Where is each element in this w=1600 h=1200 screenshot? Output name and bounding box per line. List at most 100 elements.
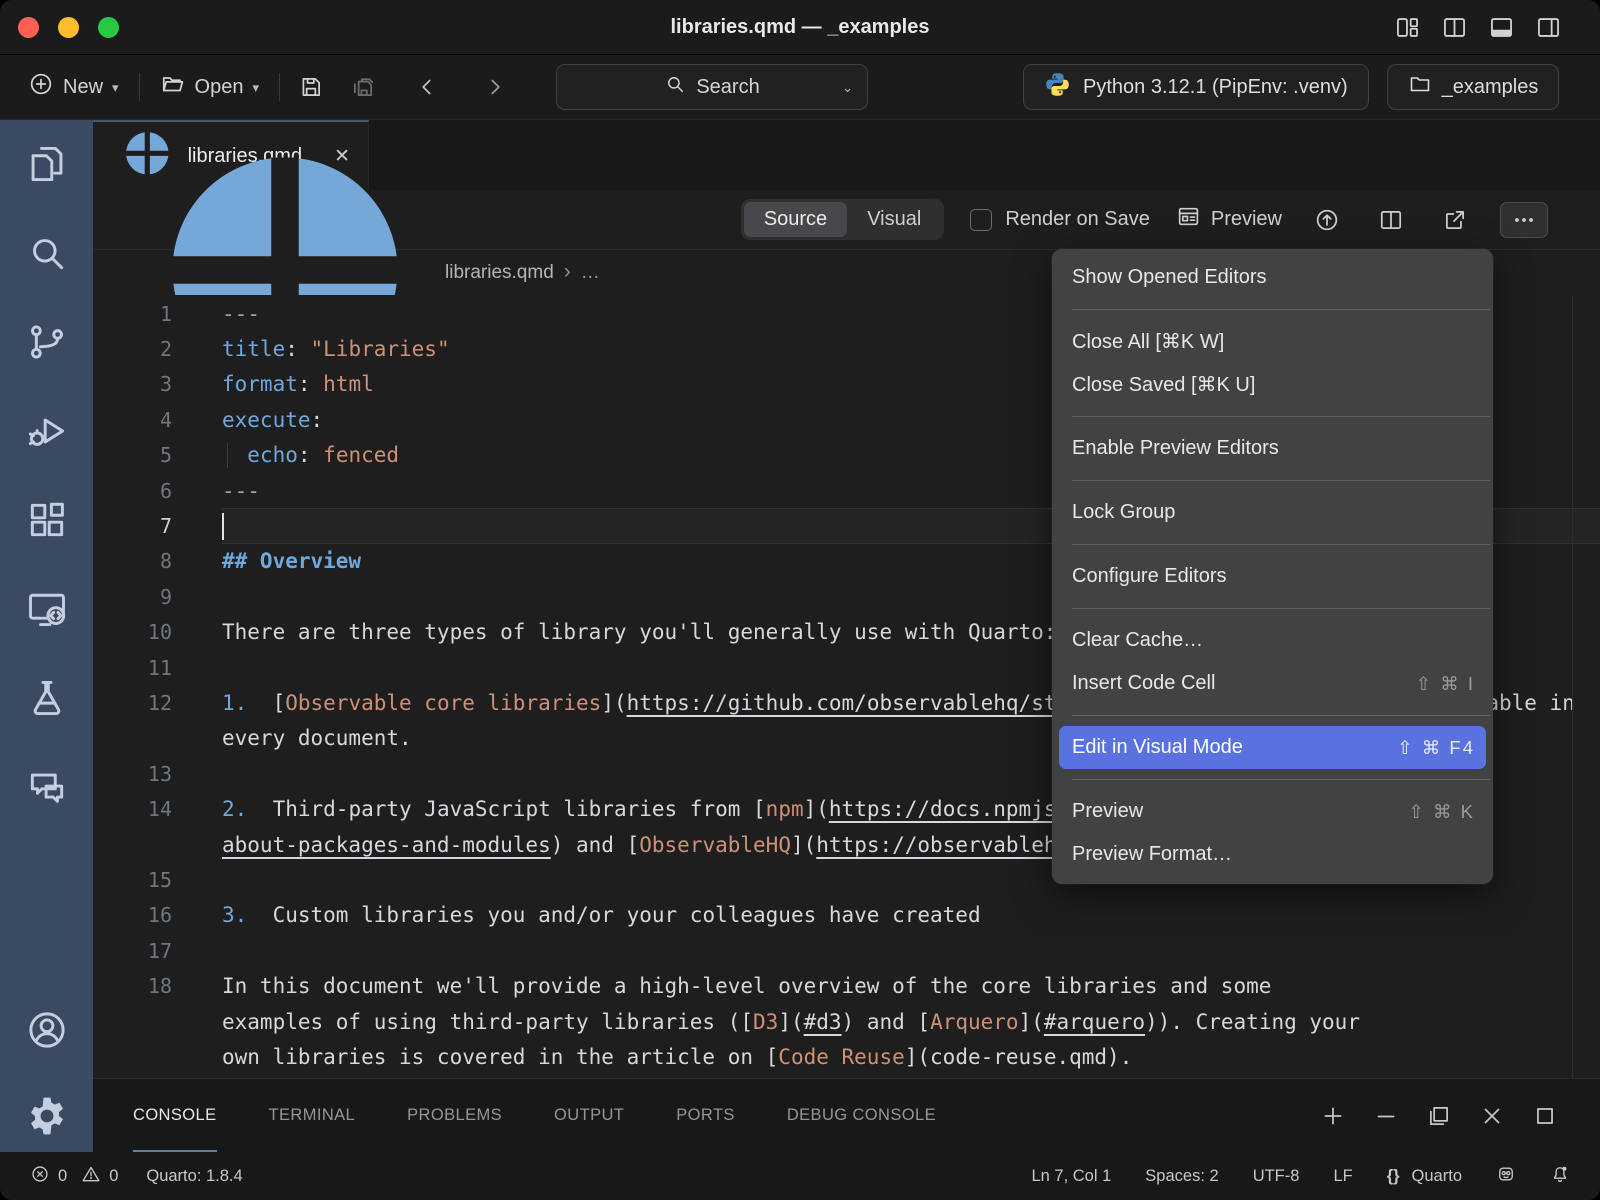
new-button[interactable]: New ▾ <box>20 65 127 109</box>
activity-bar-chat-icon[interactable] <box>25 765 69 809</box>
activity-bar-explorer-icon[interactable] <box>25 142 69 186</box>
panel-add-icon[interactable] <box>1320 1103 1346 1129</box>
encoding-setting[interactable]: UTF-8 <box>1253 1167 1300 1186</box>
panel-minimize-icon[interactable] <box>1373 1103 1399 1129</box>
line-number: 9 <box>93 585 172 609</box>
forward-button[interactable] <box>476 68 514 106</box>
activity-bar-testing-icon[interactable] <box>25 676 69 720</box>
status-bar: 0 0 Quarto: 1.8.4 Ln 7, Col 1 Spaces: 2 … <box>0 1152 1600 1200</box>
interpreter-selector[interactable]: Python 3.12.1 (PipEnv: .venv) <box>1023 64 1369 110</box>
line-number: 5 <box>93 443 172 467</box>
menu-separator <box>1072 715 1490 716</box>
menu-item-insert-code-cell[interactable]: Insert Code Cell⇧ ⌘ I <box>1052 662 1493 705</box>
save-all-button[interactable] <box>344 68 382 106</box>
more-actions-button[interactable] <box>1500 202 1548 238</box>
notifications-bell-icon[interactable] <box>1550 1164 1570 1189</box>
toggle-panel-icon[interactable] <box>1488 14 1515 41</box>
folder-open-icon <box>160 71 186 103</box>
menu-item-clear-cache[interactable]: Clear Cache… <box>1052 619 1493 662</box>
folder-icon <box>1408 72 1432 102</box>
preview-button[interactable]: Preview <box>1176 204 1282 235</box>
panel-tab-console[interactable]: CONSOLE <box>133 1079 217 1152</box>
open-in-new-window-button[interactable] <box>1436 201 1474 239</box>
code-line-content: In this document we'll provide a high-le… <box>222 968 1600 1003</box>
indentation-setting[interactable]: Spaces: 2 <box>1145 1167 1218 1186</box>
line-number: 16 <box>93 903 172 927</box>
line-number: 7 <box>93 514 172 538</box>
warning-icon <box>81 1164 101 1189</box>
project-button[interactable]: _examples <box>1387 64 1560 110</box>
activity-bar-extensions-icon[interactable] <box>25 498 69 542</box>
breadcrumb-file[interactable]: libraries.qmd <box>445 262 554 284</box>
publish-button[interactable] <box>1308 201 1346 239</box>
split-editor-button[interactable] <box>1372 201 1410 239</box>
activity-bar-accounts-icon[interactable] <box>25 1008 69 1052</box>
python-logo-icon <box>1044 71 1071 104</box>
breadcrumb-more[interactable]: … <box>581 262 602 284</box>
code-line-content: examples of using third-party libraries … <box>222 1004 1600 1039</box>
titlebar-layout-icons <box>1394 0 1562 55</box>
chevron-down-icon: ⌄ <box>842 80 853 96</box>
quarto-version[interactable]: Quarto: 1.8.4 <box>146 1167 242 1186</box>
activity-bar-search-icon[interactable] <box>25 231 69 275</box>
line-number: 18 <box>93 974 172 998</box>
menu-separator <box>1072 608 1490 609</box>
menu-item-edit-in-visual-mode[interactable]: Edit in Visual Mode⇧ ⌘ F4 <box>1059 726 1486 769</box>
menu-item-preview-format[interactable]: Preview Format… <box>1052 833 1493 876</box>
cursor-position[interactable]: Ln 7, Col 1 <box>1031 1167 1111 1186</box>
code-line-content: 3. Custom libraries you and/or your coll… <box>222 898 1600 933</box>
menu-item-lock-group[interactable]: Lock Group <box>1052 491 1493 534</box>
activity-bar-remote-explorer-icon[interactable] <box>25 587 69 631</box>
menu-item-show-opened-editors[interactable]: Show Opened Editors <box>1052 256 1493 299</box>
menu-separator <box>1072 544 1490 545</box>
menu-item-enable-preview-editors[interactable]: Enable Preview Editors <box>1052 427 1493 470</box>
menu-item-close-saved-k-u[interactable]: Close Saved [⌘K U] <box>1052 363 1493 406</box>
activity-bar-run-debug-icon[interactable] <box>25 409 69 453</box>
panel-restore-icon[interactable] <box>1426 1103 1452 1129</box>
language-mode[interactable]: {} Quarto <box>1387 1167 1462 1186</box>
panel-tab-ports[interactable]: PORTS <box>676 1079 735 1152</box>
visual-mode-button[interactable]: Visual <box>847 202 941 237</box>
toggle-secondary-sidebar-icon[interactable] <box>1535 14 1562 41</box>
panel-tab-terminal[interactable]: TERMINAL <box>269 1079 356 1152</box>
menu-separator <box>1072 779 1490 780</box>
save-button[interactable] <box>292 68 330 106</box>
code-line[interactable]: examples of using third-party libraries … <box>93 1004 1600 1039</box>
code-line[interactable]: own libraries is covered in the article … <box>93 1039 1600 1074</box>
customize-layout-icon[interactable] <box>1394 14 1421 41</box>
activity-bar-settings-icon[interactable] <box>25 1094 69 1138</box>
split-editor-icon[interactable] <box>1441 14 1468 41</box>
menu-item-configure-editors[interactable]: Configure Editors <box>1052 555 1493 598</box>
menu-item-preview[interactable]: Preview⇧ ⌘ K <box>1052 790 1493 833</box>
main-toolbar: New ▾ Open ▾ Search ⌄ Python 3.12.1 (Pip… <box>0 55 1600 120</box>
source-visual-toggle: Source Visual <box>741 199 945 240</box>
problems-indicator[interactable]: 0 0 <box>30 1164 118 1189</box>
code-line[interactable]: 17 <box>93 933 1600 968</box>
line-number: 4 <box>93 408 172 432</box>
menu-separator <box>1072 416 1490 417</box>
code-line[interactable]: 16 3. Custom libraries you and/or your co… <box>93 898 1600 933</box>
panel-close-icon[interactable] <box>1479 1103 1505 1129</box>
line-number: 12 <box>93 691 172 715</box>
panel-tab-debug-console[interactable]: DEBUG CONSOLE <box>787 1079 936 1152</box>
window-title: libraries.qmd — _examples <box>0 16 1600 39</box>
panel-maximize-icon[interactable] <box>1532 1103 1558 1129</box>
feedback-smiley-icon[interactable] <box>1496 1164 1516 1189</box>
line-number: 3 <box>93 372 172 396</box>
back-button[interactable] <box>408 68 446 106</box>
activity-bar-source-control-icon[interactable] <box>25 320 69 364</box>
line-number: 1 <box>93 302 172 326</box>
code-line[interactable]: 18 In this document we'll provide a high-… <box>93 968 1600 1003</box>
global-search-input[interactable]: Search ⌄ <box>556 64 868 110</box>
panel-tab-output[interactable]: OUTPUT <box>554 1079 624 1152</box>
menu-item-close-all-k-w[interactable]: Close All [⌘K W] <box>1052 320 1493 363</box>
source-mode-button[interactable]: Source <box>744 202 847 237</box>
eol-setting[interactable]: LF <box>1333 1167 1352 1186</box>
line-number: 2 <box>93 337 172 361</box>
open-button[interactable]: Open ▾ <box>152 65 267 109</box>
chevron-down-icon: ▾ <box>252 80 259 96</box>
panel-tab-problems[interactable]: PROBLEMS <box>407 1079 502 1152</box>
line-number: 17 <box>93 939 172 963</box>
editor-scrollbar[interactable] <box>1572 295 1573 1078</box>
render-on-save-checkbox[interactable] <box>970 209 992 231</box>
